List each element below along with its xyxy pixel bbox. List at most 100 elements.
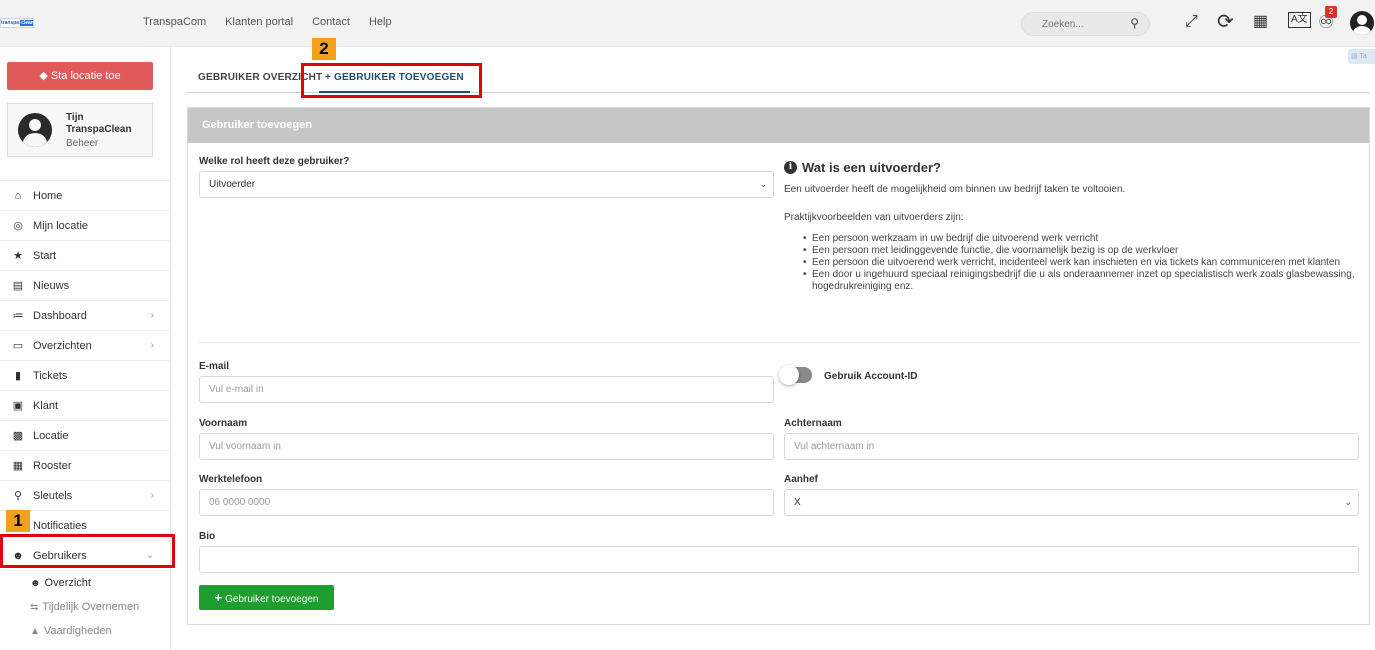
calendar-icon: ▦ xyxy=(12,460,24,472)
bio-label: Bio xyxy=(199,531,216,542)
chevron-right-icon: › xyxy=(150,310,154,321)
qr-code-icon[interactable]: ▦ xyxy=(1253,10,1268,34)
sidebar-item-klant[interactable]: ▣ Klant xyxy=(0,391,171,421)
allow-location-button[interactable]: ◆ Sta locatie toe xyxy=(7,62,153,90)
list-item: Een persoon werkzaam in uw bedrijf die u… xyxy=(800,233,1360,245)
sidebar-item-overzichten[interactable]: ▭ Overzichten › xyxy=(0,331,171,361)
lastname-field[interactable] xyxy=(784,433,1359,460)
gebruikers-submenu: ☻ Overzicht ⇆ Tijdelijk Overnemen ▲ Vaardig… xyxy=(0,571,171,643)
file-icon: ▭ xyxy=(12,340,24,352)
comment-icon: ▮ xyxy=(14,370,22,382)
submenu-item-label: Vaardigheden xyxy=(43,625,112,637)
refresh-icon[interactable]: ⟳ xyxy=(1217,10,1234,34)
nav-contact[interactable]: Contact xyxy=(312,16,350,28)
top-nav: TranspaCom Klanten portal Contact Help xyxy=(143,16,392,28)
sidebar-item-mijn-locatie[interactable]: ◎ Mijn locatie xyxy=(0,211,171,241)
submenu-item-label: Tijdelijk Overnemen xyxy=(42,601,140,613)
office-icon: ▩ xyxy=(12,430,24,442)
sidebar-item-label: Overzichten xyxy=(33,339,92,352)
add-user-button[interactable]: + Gebruiker toevoegen xyxy=(199,585,334,610)
user-avatar-icon[interactable] xyxy=(1350,11,1374,35)
nav-klanten-portal[interactable]: Klanten portal xyxy=(225,16,293,28)
sidebar-item-label: Rooster xyxy=(33,459,72,472)
sidebar-item-tickets[interactable]: ▮ Tickets xyxy=(0,361,171,391)
translate-icon[interactable]: A文 xyxy=(1288,12,1311,28)
submenu-item-vaardigheden[interactable]: ▲ Vaardigheden xyxy=(0,619,171,643)
info-title: i Wat is een uitvoerder? xyxy=(784,160,941,175)
graduation-cap-icon: ▲ xyxy=(30,625,40,637)
corner-tag[interactable]: ▤ Ta xyxy=(1348,49,1375,64)
submenu-item-label: Overzicht xyxy=(44,577,91,589)
firstname-label: Voornaam xyxy=(199,418,248,429)
salutation-select[interactable]: X ⌄ xyxy=(784,489,1359,516)
firstname-field[interactable] xyxy=(199,433,774,460)
notification-badge: 2 xyxy=(1325,6,1337,18)
info-intro: Een uitvoerder heeft de mogelijkheid om … xyxy=(784,184,1126,195)
submenu-item-tijdelijk-overnemen[interactable]: ⇆ Tijdelijk Overnemen xyxy=(0,595,171,619)
company-logo[interactable]: transpa clean xyxy=(0,18,34,28)
info-examples-list: Een persoon werkzaam in uw bedrijf die u… xyxy=(800,233,1360,293)
role-label: Welke rol heeft deze gebruiker? xyxy=(199,156,350,167)
users-cog-icon: ☻ xyxy=(30,577,41,589)
user-first-name: Tijn xyxy=(66,112,84,123)
chevron-right-icon: › xyxy=(150,490,154,501)
chevron-down-icon: ⌄ xyxy=(1344,497,1352,507)
sidebar-item-label: Klant xyxy=(33,399,59,412)
nav-transpacom[interactable]: TranspaCom xyxy=(143,16,206,28)
sidebar-item-label: Sleutels xyxy=(33,489,73,502)
chevron-down-icon: ⌄ xyxy=(759,179,767,189)
submenu-item-overzicht[interactable]: ☻ Overzicht xyxy=(0,571,171,595)
globe-icon: ◎ xyxy=(13,220,23,232)
sidebar-item-label: Start xyxy=(33,249,57,262)
search-box: ⚲ xyxy=(1021,12,1150,36)
sidebar-item-dashboard[interactable]: ≔ Dashboard › xyxy=(0,301,171,331)
top-bar: transpa clean TranspaCom Klanten portal C… xyxy=(0,0,1375,47)
sidebar-item-label: Mijn locatie xyxy=(33,219,89,232)
salutation-select-value: X xyxy=(794,497,801,508)
phone-field[interactable] xyxy=(199,489,774,516)
sidebar-item-locatie[interactable]: ▩ Locatie xyxy=(0,421,171,451)
logo-text: transpa xyxy=(1,20,20,26)
info-icon: i xyxy=(784,161,797,174)
compress-icon[interactable]: ⤢ xyxy=(1185,10,1198,34)
bio-field[interactable] xyxy=(199,546,1359,573)
step-badge-1: 1 xyxy=(6,510,30,532)
sidebar-item-sleutels[interactable]: ⚲ Sleutels › xyxy=(0,481,171,511)
list-item: Een persoon die uitvoerend werk verricht… xyxy=(800,257,1360,269)
email-label: E-mail xyxy=(199,361,230,372)
nav-help[interactable]: Help xyxy=(369,16,392,28)
list-item: Een persoon met leidinggevende functie, … xyxy=(800,245,1360,257)
search-input[interactable] xyxy=(1022,13,1112,35)
add-user-button-label: Gebruiker toevoegen xyxy=(225,594,319,605)
user-name: Tijn TranspaClean xyxy=(66,112,132,136)
user-card[interactable]: Tijn TranspaClean Beheer xyxy=(7,103,153,157)
account-id-label: Gebruik Account-ID xyxy=(824,371,918,382)
phone-label: Werktelefoon xyxy=(199,474,263,485)
newspaper-icon: ▤ xyxy=(12,280,24,292)
search-icon[interactable]: ⚲ xyxy=(1130,16,1139,30)
highlight-box-gebruikers xyxy=(0,534,175,568)
sidebar-item-label: Locatie xyxy=(33,429,69,442)
role-select[interactable]: Uitvoerder ⌄ xyxy=(199,171,774,198)
highlight-box-toevoegen-tab xyxy=(301,63,482,98)
info-title-text: Wat is een uitvoerder? xyxy=(802,160,941,175)
email-field[interactable] xyxy=(199,376,774,403)
sidebar-item-nieuws[interactable]: ▤ Nieuws xyxy=(0,271,171,301)
sidebar-item-rooster[interactable]: ▦ Rooster xyxy=(0,451,171,481)
sidebar-item-start[interactable]: ★ Start xyxy=(0,241,171,271)
logo-text-clean: clean xyxy=(20,20,34,26)
account-id-toggle[interactable] xyxy=(779,365,812,385)
key-icon: ⚲ xyxy=(13,490,23,502)
chart-icon: ≔ xyxy=(12,310,24,322)
location-diamond-icon: ◆ xyxy=(39,70,48,82)
sidebar-menu: ⌂ Home ◎ Mijn locatie ★ Start ▤ Nieuws ≔ Dash… xyxy=(0,180,171,643)
sidebar-item-label: Dashboard xyxy=(33,309,87,322)
sidebar-item-label: Tickets xyxy=(33,369,68,382)
sidebar-item-home[interactable]: ⌂ Home xyxy=(0,181,171,211)
plus-icon: + xyxy=(214,590,223,605)
role-select-value: Uitvoerder xyxy=(209,179,256,190)
chevron-right-icon: › xyxy=(150,340,154,351)
home-icon: ⌂ xyxy=(14,189,22,202)
sidebar-item-label: Home xyxy=(33,189,63,202)
step-badge-2: 2 xyxy=(312,38,336,60)
